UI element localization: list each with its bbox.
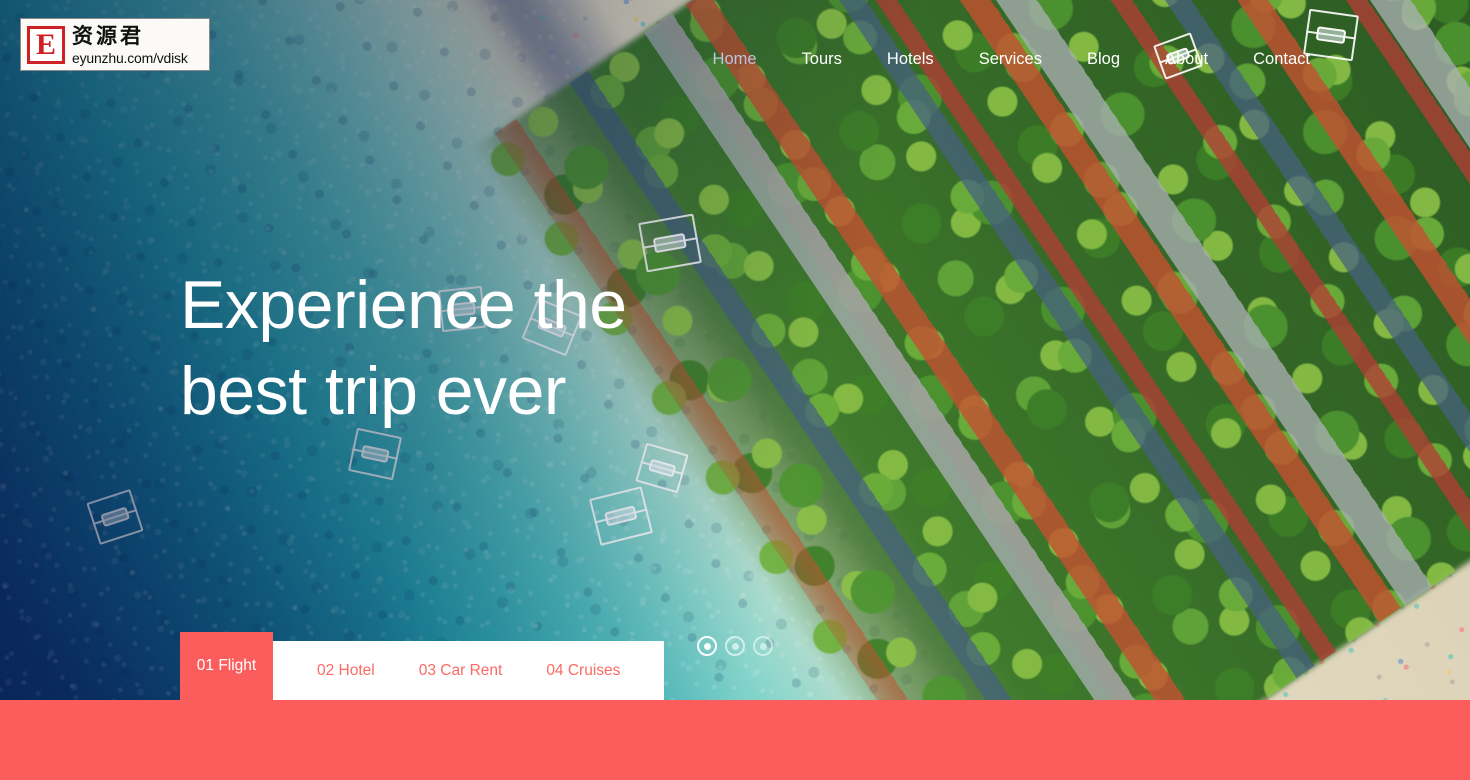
nav-item-contact[interactable]: Contact (1253, 50, 1310, 69)
carousel-dot-2[interactable] (725, 636, 745, 656)
carousel-dot-1[interactable] (697, 636, 717, 656)
nav-item-tours[interactable]: Tours (802, 50, 842, 69)
watermark-letter: E (30, 28, 62, 61)
nav-item-hotels[interactable]: Hotels (887, 50, 934, 69)
watermark-logo-icon: E (27, 26, 65, 64)
booking-search-bar: Search Location Check-in date Check-out … (0, 700, 1470, 780)
watermark-chinese-text: 资源君 (72, 23, 144, 48)
main-navigation: Home Tours Hotels Services Blog About Co… (713, 50, 1310, 69)
hero-title-line-2: best trip ever (180, 353, 567, 429)
hero-title: Experience the best trip ever (180, 262, 627, 434)
tab-hotel[interactable]: 02 Hotel (295, 662, 397, 680)
nav-item-about[interactable]: About (1165, 50, 1208, 69)
hero-title-line-1: Experience the (180, 267, 627, 343)
nav-item-services[interactable]: Services (979, 50, 1042, 69)
watermark-url: eyunzhu.com/vdisk (72, 49, 188, 66)
carousel-dot-3[interactable] (753, 636, 773, 656)
nav-item-blog[interactable]: Blog (1087, 50, 1120, 69)
watermark-text: 资源君 eyunzhu.com/vdisk (72, 23, 188, 66)
booking-tabs-panel: 02 Hotel 03 Car Rent 04 Cruises (273, 641, 665, 700)
watermark-overlay: E 资源君 eyunzhu.com/vdisk (20, 18, 210, 71)
booking-tabs: 01 Flight 02 Hotel 03 Car Rent 04 Cruise… (180, 632, 665, 700)
tab-flight[interactable]: 01 Flight (180, 632, 273, 700)
tab-car-rent[interactable]: 03 Car Rent (397, 662, 525, 680)
carousel-indicators (697, 636, 773, 656)
site-header: voyage Home Tours Hotels Services Blog A… (0, 0, 1470, 110)
tab-cruises[interactable]: 04 Cruises (524, 662, 642, 680)
nav-item-home[interactable]: Home (713, 50, 757, 69)
